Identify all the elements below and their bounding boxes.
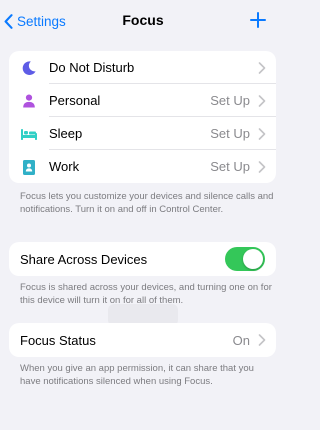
person-icon [20, 92, 38, 110]
moon-icon [20, 59, 38, 77]
share-across-devices-toggle[interactable] [225, 247, 265, 271]
bed-icon [20, 125, 38, 143]
chevron-right-icon [258, 334, 266, 346]
focus-modes-list: Do Not Disturb Personal Set Up Sleep Set [9, 51, 276, 183]
id-badge-icon [20, 158, 38, 176]
chevron-right-icon [258, 62, 266, 74]
mode-row-personal[interactable]: Personal Set Up [9, 84, 276, 117]
status-group: Focus Status On [9, 323, 276, 357]
focus-description: Focus lets you customize your devices an… [20, 191, 274, 215]
status-label: Focus Status [20, 332, 96, 348]
status-value: On [232, 332, 250, 348]
mode-value: Set Up [210, 159, 250, 174]
toggle-knob [243, 249, 263, 269]
page-title: Focus [122, 12, 164, 28]
focus-status-row[interactable]: Focus Status On [9, 323, 276, 357]
chevron-right-icon [258, 128, 266, 140]
plus-icon [250, 12, 266, 28]
share-row: Share Across Devices [9, 242, 276, 276]
mode-row-sleep[interactable]: Sleep Set Up [9, 117, 276, 150]
mode-label: Do Not Disturb [49, 60, 135, 75]
add-button[interactable] [248, 10, 268, 30]
status-description: When you give an app permission, it can … [20, 363, 254, 387]
navigation-bar: Settings Focus [0, 0, 286, 40]
mode-label: Work [49, 159, 80, 174]
mode-value: Set Up [210, 93, 250, 108]
mode-value: Set Up [210, 126, 250, 141]
mode-row-work[interactable]: Work Set Up [9, 150, 276, 183]
share-label: Share Across Devices [20, 251, 148, 267]
mode-label: Personal [49, 93, 101, 108]
chevron-right-icon [258, 95, 266, 107]
share-group: Share Across Devices [9, 242, 276, 276]
chevron-right-icon [258, 161, 266, 173]
mode-row-do-not-disturb[interactable]: Do Not Disturb [9, 51, 276, 84]
mode-label: Sleep [49, 126, 83, 141]
